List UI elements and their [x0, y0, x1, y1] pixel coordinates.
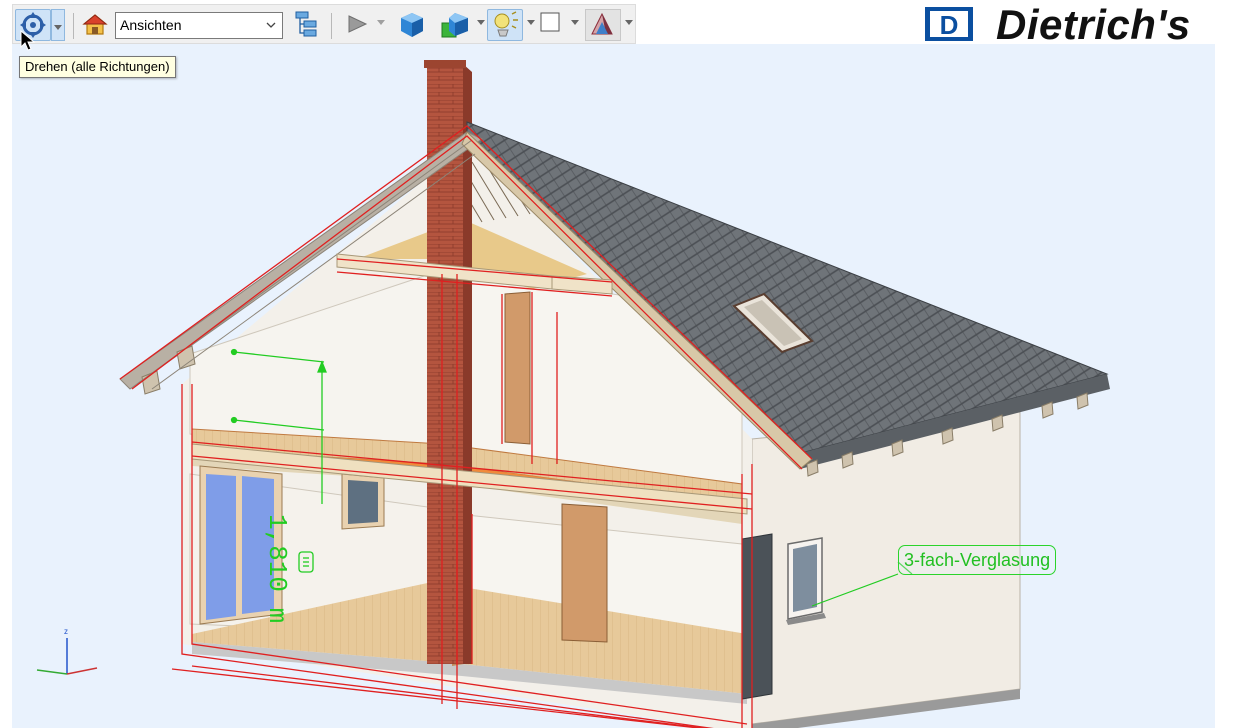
svg-text:D: D — [940, 10, 959, 40]
model-tree-button[interactable] — [291, 9, 323, 41]
toolbar-separator — [73, 13, 74, 39]
dimension-label[interactable]: 1,810 m — [262, 514, 292, 623]
home-view-button[interactable] — [81, 9, 111, 41]
views-select[interactable]: Ansichten — [115, 12, 283, 39]
section-icon — [591, 12, 613, 35]
color-view-button[interactable] — [439, 9, 473, 41]
cube-color-icon — [441, 13, 468, 38]
background-color-button[interactable] — [539, 9, 563, 41]
chevron-down-icon[interactable] — [527, 20, 535, 25]
front-door — [741, 533, 773, 700]
interior-door-lower — [561, 503, 608, 643]
axis-gizmo: z — [36, 627, 98, 675]
brand-logo: D Dietrich's — [924, 1, 1224, 48]
main-toolbar: Ansichten — [12, 4, 636, 44]
chevron-down-icon[interactable] — [571, 20, 579, 25]
solid-cube-icon — [401, 13, 423, 37]
chevron-down-icon — [54, 25, 62, 30]
brand-name: Dietrich's — [996, 1, 1191, 48]
section-button[interactable] — [585, 9, 621, 41]
chevron-down-icon[interactable] — [377, 20, 385, 25]
side-window — [786, 537, 826, 625]
interior-window — [341, 473, 385, 530]
brand-logo-mark: D — [925, 7, 973, 41]
light-icon — [494, 11, 518, 37]
rotate-dropdown-button[interactable] — [51, 9, 65, 41]
play-icon — [348, 15, 368, 33]
home-icon — [82, 14, 108, 35]
frame-icon — [540, 12, 560, 32]
glazing-callout[interactable]: 3-fach-Verglasung — [898, 545, 1057, 575]
mouse-cursor-icon — [20, 30, 36, 51]
chevron-down-icon[interactable] — [625, 20, 633, 25]
axis-label-z: z — [64, 627, 68, 636]
chevron-down-icon[interactable] — [477, 20, 485, 25]
toolbar-separator — [331, 13, 332, 39]
3d-viewport[interactable]: z 1,810 m — [12, 44, 1215, 728]
views-select-value: Ansichten — [120, 17, 182, 33]
house-model[interactable]: z — [12, 44, 1215, 728]
chevron-down-icon — [266, 22, 276, 28]
animation-button[interactable] — [343, 9, 371, 41]
lighting-button[interactable] — [487, 9, 523, 41]
solid-view-button[interactable] — [397, 9, 429, 41]
model-tree-icon — [295, 11, 317, 37]
rotate-tooltip: Drehen (alle Richtungen) — [19, 56, 176, 78]
interior-door-upper — [504, 291, 531, 445]
